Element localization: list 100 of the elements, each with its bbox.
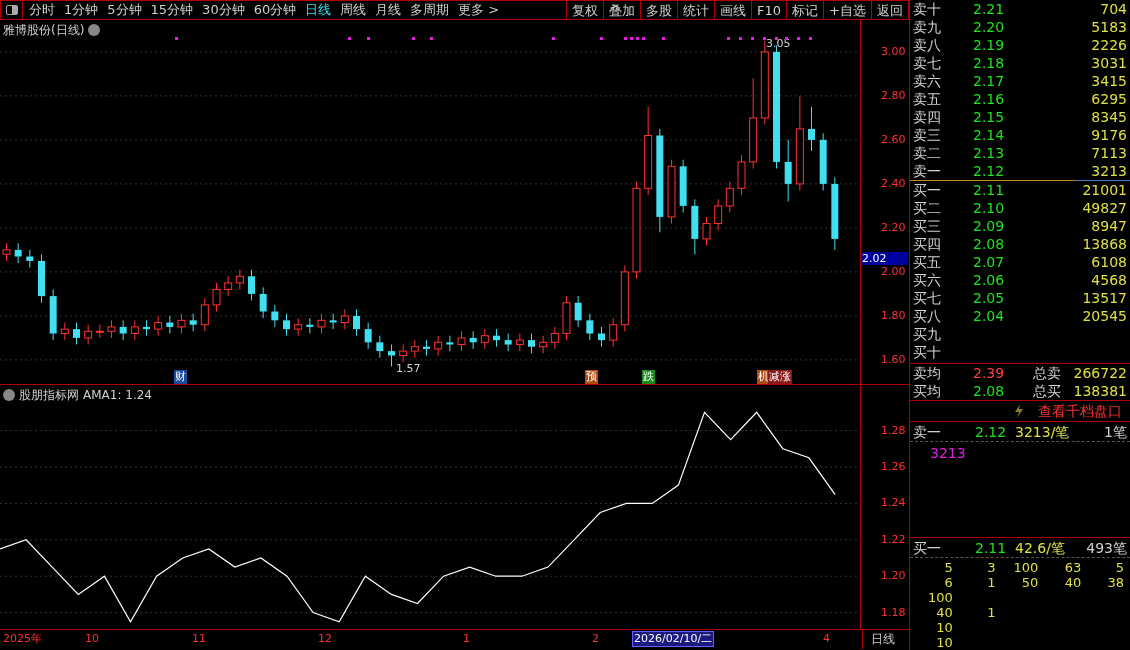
candlestick <box>283 313 290 337</box>
level-label: 卖七 <box>913 54 942 72</box>
price-cell-text: 2.08 <box>973 234 1006 253</box>
candlestick <box>364 322 372 350</box>
price-cell-text: 2.13 <box>973 144 1006 162</box>
period-tab[interactable]: 15分钟 <box>150 0 194 20</box>
candlestick <box>480 328 489 350</box>
volume-cell-text: 21001 <box>1081 180 1127 199</box>
volume-cell-text: 6295 <box>1090 90 1127 108</box>
toolbar-button[interactable]: 多股 <box>640 1 678 19</box>
date-label: 1 <box>463 632 470 646</box>
order-volume: 38 <box>1106 575 1124 590</box>
candlestick <box>808 106 815 152</box>
toolbar-button[interactable]: 画线 <box>714 1 752 19</box>
level-label: 卖均 <box>913 363 942 382</box>
period-tab[interactable]: 更多 > <box>458 0 500 20</box>
order-volume: 50 <box>1020 575 1039 590</box>
period-tab[interactable]: 月线 <box>375 0 402 20</box>
price-axis-label: 2.40 <box>881 177 906 190</box>
level-label: 买七 <box>913 288 942 307</box>
order-count: 1笔 <box>1103 422 1127 441</box>
event-tag: 涨 <box>779 370 792 384</box>
indicator-reading: AMA1: 1.24 <box>83 387 152 404</box>
level-label: 卖一 <box>913 422 942 441</box>
toolbar-button[interactable]: 返回 <box>871 1 908 19</box>
order-volume: 5 <box>943 560 953 575</box>
period-tab[interactable]: 日线 <box>305 0 332 20</box>
toolbar-button[interactable]: 统计 <box>677 1 715 19</box>
level-label: 卖五 <box>913 90 942 108</box>
order-volume: 3 <box>986 560 996 575</box>
level-label: 买三 <box>913 216 942 235</box>
price-cell-text: 2.12 <box>973 162 1006 180</box>
price-cell-text: 2.39 <box>973 363 1006 382</box>
price-cell-text: 2.11 <box>975 538 1008 557</box>
period-tab[interactable]: 5分钟 <box>107 0 142 20</box>
candlestick <box>84 324 93 346</box>
price-axis-label: 3.00 <box>881 45 906 58</box>
candlestick <box>119 319 127 341</box>
level-label: 买五 <box>913 252 942 271</box>
depth-link[interactable]: 查看千档盘口 <box>1038 402 1122 421</box>
candlestick <box>598 326 605 348</box>
indicator-axis-label: 1.20 <box>881 570 906 583</box>
toolbar-button[interactable]: F10 <box>751 1 787 19</box>
candlestick <box>376 335 384 359</box>
candlestick <box>200 297 209 332</box>
candlestick <box>550 326 559 350</box>
volume-cell-text: 8947 <box>1090 216 1127 235</box>
level-label: 买二 <box>913 198 942 217</box>
total-label: 总买 <box>1033 381 1062 400</box>
period-tab[interactable]: 分时 <box>29 0 55 20</box>
level-label: 卖六 <box>913 72 942 90</box>
period-tab[interactable]: 60分钟 <box>253 0 297 20</box>
level-label: 卖三 <box>913 126 942 144</box>
toolbar-button[interactable]: 标记 <box>786 1 824 19</box>
volume-cell-text: 7113 <box>1090 144 1127 162</box>
level-label: 买一 <box>913 538 942 557</box>
volume-cell-text: 3031 <box>1090 54 1127 72</box>
indicator-axis-label: 1.24 <box>881 497 906 510</box>
order-volume: 5 <box>1114 560 1124 575</box>
toolbar-button[interactable]: 叠加 <box>603 1 641 19</box>
price-axis-label: 2.20 <box>881 221 906 234</box>
price-cell-text: 2.19 <box>973 36 1006 54</box>
level-label: 卖二 <box>913 144 942 162</box>
candlestick <box>73 322 80 346</box>
period-tab[interactable]: 1分钟 <box>64 0 99 20</box>
candlestick <box>714 198 723 231</box>
candlestick <box>586 313 594 341</box>
level-label: 买六 <box>913 270 942 289</box>
price-cell-text: 2.08 <box>973 381 1006 400</box>
candlestick <box>154 315 163 337</box>
order-volume: 40 <box>1063 575 1082 590</box>
candlestick <box>143 319 150 337</box>
date-label: 4 <box>823 632 830 646</box>
level-label: 买十 <box>913 342 942 361</box>
candlestick <box>434 335 443 357</box>
volume-cell-text: 5183 <box>1090 18 1127 36</box>
volume-cell-text: 13868 <box>1081 234 1127 253</box>
price-cell-text: 2.07 <box>973 252 1006 271</box>
period-tab[interactable]: 周线 <box>340 0 367 20</box>
volume-cell-text: 49827 <box>1081 198 1127 217</box>
price-cell-text: 2.10 <box>973 198 1006 217</box>
price-cell-text: 2.06 <box>973 270 1006 289</box>
price-cell-text: 2.18 <box>973 54 1006 72</box>
candlestick <box>235 269 244 291</box>
level-label: 买一 <box>913 180 942 199</box>
candlestick <box>528 333 535 354</box>
candlestick <box>212 282 221 313</box>
price-cell-text: 2.05 <box>973 288 1006 307</box>
panel-toggle-icon[interactable] <box>5 5 18 15</box>
candlestick <box>609 317 618 348</box>
order-volume: 40 <box>935 605 953 620</box>
event-tag: 财 <box>174 370 187 384</box>
period-tab[interactable]: 多周期 <box>410 0 450 20</box>
volume-cell-text: 3415 <box>1090 72 1127 90</box>
toolbar-button[interactable]: 复权 <box>566 1 604 19</box>
order-volume: 6 <box>943 575 953 590</box>
price-cell-text: 2.15 <box>973 108 1006 126</box>
period-tab[interactable]: 30分钟 <box>202 0 245 20</box>
order-volume: 100 <box>1012 560 1039 575</box>
toolbar-button[interactable]: +自选 <box>823 1 871 19</box>
